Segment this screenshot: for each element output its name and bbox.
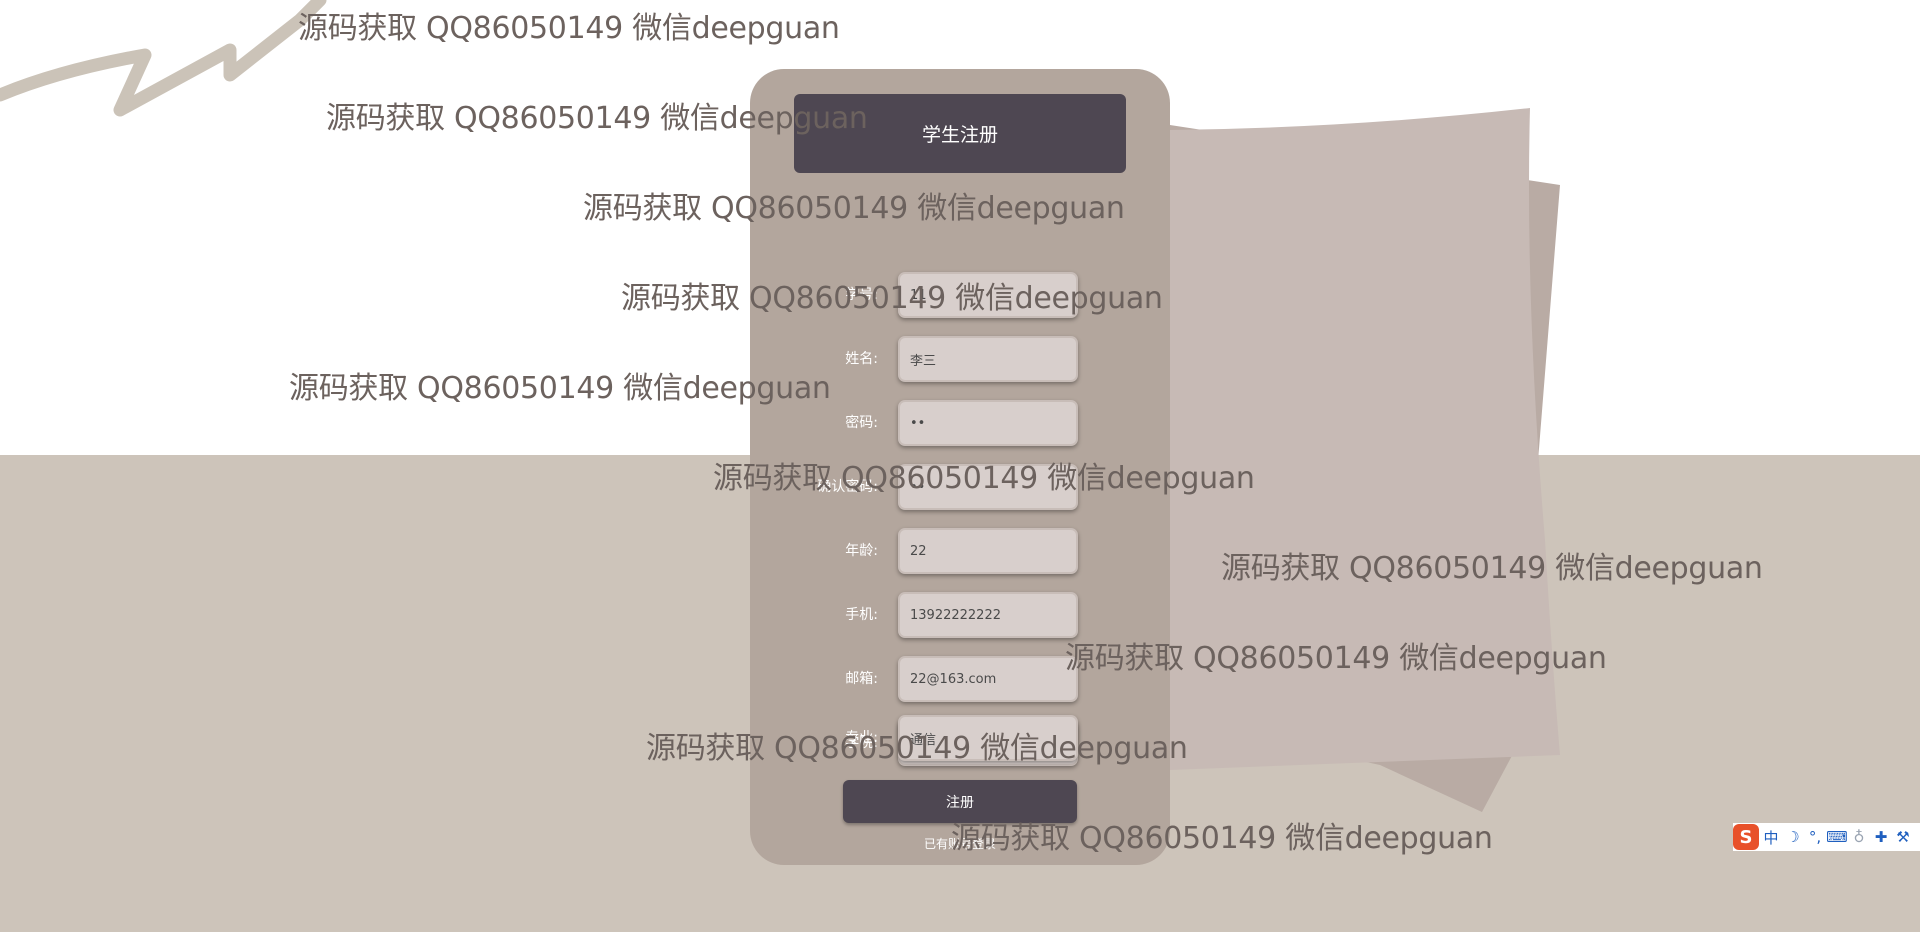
watermark-text: 源码获取 QQ86050149 微信deepguan — [713, 461, 1255, 496]
punctuation-icon[interactable]: °, — [1805, 825, 1825, 849]
keyboard-icon[interactable]: ⌨ — [1826, 825, 1848, 849]
age-input[interactable] — [898, 528, 1078, 574]
moon-icon[interactable]: ☽ — [1783, 825, 1803, 849]
name-input[interactable] — [898, 336, 1078, 382]
ime-logo-icon[interactable]: S — [1733, 824, 1759, 850]
name-label: 姓名: — [845, 351, 878, 367]
age-label: 年龄: — [845, 543, 878, 559]
chinese-mode-icon[interactable]: 中 — [1761, 825, 1781, 849]
watermark-text: 源码获取 QQ86050149 微信deepguan — [289, 371, 831, 406]
tools-icon[interactable]: ⚒ — [1893, 825, 1913, 849]
watermark-text: 源码获取 QQ86050149 微信deepguan — [621, 281, 1163, 316]
watermark-text: 源码获取 QQ86050149 微信deepguan — [298, 11, 840, 46]
email-label: 邮箱: — [845, 671, 878, 687]
password-label: 密码: — [845, 415, 878, 431]
watermark-text: 源码获取 QQ86050149 微信deepguan — [1065, 641, 1607, 676]
ime-toolbar: S 中 ☽ °, ⌨ ♁ ✚ ⚒ — [1733, 823, 1920, 851]
skin-icon[interactable]: ✚ — [1871, 825, 1891, 849]
phone-input[interactable] — [898, 592, 1078, 638]
watermark-text: 源码获取 QQ86050149 微信deepguan — [646, 731, 1188, 766]
watermark-text: 源码获取 QQ86050149 微信deepguan — [951, 821, 1493, 856]
phone-label: 手机: — [845, 607, 878, 623]
watermark-text: 源码获取 QQ86050149 微信deepguan — [326, 101, 868, 136]
microphone-icon[interactable]: ♁ — [1849, 825, 1869, 849]
field-row-age: 年龄: — [750, 528, 1170, 574]
field-row-phone: 手机: — [750, 592, 1170, 638]
watermark-text: 源码获取 QQ86050149 微信deepguan — [583, 191, 1125, 226]
watermark-text: 源码获取 QQ86050149 微信deepguan — [1221, 551, 1763, 586]
password-input[interactable] — [898, 400, 1078, 446]
email-input[interactable] — [898, 656, 1078, 702]
